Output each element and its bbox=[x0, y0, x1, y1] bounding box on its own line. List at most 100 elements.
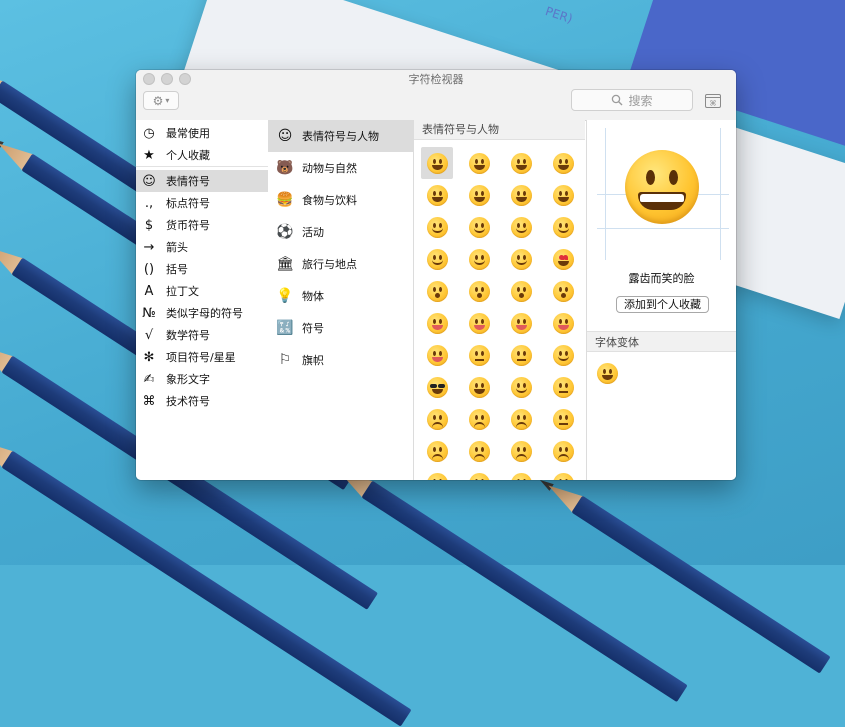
sidebar-item-label: 类似字母的符号 bbox=[166, 307, 243, 320]
emoji-cell[interactable] bbox=[458, 339, 500, 371]
emoji-cell[interactable] bbox=[542, 467, 584, 480]
emoji-cell[interactable] bbox=[542, 403, 584, 435]
font-variant-grinning-face[interactable] bbox=[597, 363, 618, 384]
sidebar-item[interactable]: ◷ 最常使用 bbox=[136, 122, 268, 144]
sidebar-item[interactable]: ★ 个人收藏 bbox=[136, 144, 268, 166]
category-item[interactable]: 🏛 旅行与地点 bbox=[268, 248, 413, 280]
emoji-cell[interactable] bbox=[416, 403, 458, 435]
winking-face-tongue-icon bbox=[552, 312, 574, 334]
search-field[interactable]: 搜索 bbox=[571, 89, 693, 111]
emoji-cell[interactable] bbox=[500, 467, 542, 480]
category-item[interactable]: ☺ 表情符号与人物 bbox=[268, 120, 413, 152]
emoji-cell[interactable] bbox=[500, 275, 542, 307]
emoji-cell[interactable] bbox=[416, 307, 458, 339]
sidebar-item[interactable]: () 括号 bbox=[136, 258, 268, 280]
category-item[interactable]: 🐻 动物与自然 bbox=[268, 152, 413, 184]
symbols-icon: 🔣 bbox=[276, 320, 294, 336]
emoji-cell[interactable] bbox=[542, 307, 584, 339]
add-to-favorites-button[interactable]: 添加到个人收藏 bbox=[616, 296, 709, 313]
sidebar-item[interactable]: √ 数学符号 bbox=[136, 324, 268, 346]
face-monocle-icon bbox=[510, 344, 532, 366]
emoji-cell[interactable] bbox=[500, 147, 542, 179]
asterisk-icon: ✻ bbox=[143, 349, 155, 365]
smiley-icon: ☺ bbox=[277, 128, 293, 144]
emoji-cell[interactable] bbox=[416, 243, 458, 275]
category-item[interactable]: 💡 物体 bbox=[268, 280, 413, 312]
emoji-cell[interactable] bbox=[458, 275, 500, 307]
emoji-cell[interactable] bbox=[416, 211, 458, 243]
emoji-cell[interactable] bbox=[458, 403, 500, 435]
category-item[interactable]: 🍔 食物与饮料 bbox=[268, 184, 413, 216]
kissing-face-icon bbox=[468, 280, 490, 302]
crying-face-icon bbox=[552, 472, 574, 480]
action-menu-button[interactable]: ⚙ ▾ bbox=[143, 91, 179, 110]
emoji-cell[interactable] bbox=[458, 435, 500, 467]
sidebar-item[interactable]: ☺ 表情符号 bbox=[136, 170, 268, 192]
sidebar-item[interactable]: A 拉丁文 bbox=[136, 280, 268, 302]
emoji-cell[interactable] bbox=[416, 275, 458, 307]
sidebar-item[interactable]: ✍ 象形文字 bbox=[136, 368, 268, 390]
kissing-face-closed-eyes-icon bbox=[552, 280, 574, 302]
emoji-cell[interactable] bbox=[542, 243, 584, 275]
emoji-cell[interactable] bbox=[542, 147, 584, 179]
emoji-cell[interactable] bbox=[542, 275, 584, 307]
emoji-cell[interactable] bbox=[500, 435, 542, 467]
emoji-cell[interactable] bbox=[458, 371, 500, 403]
emoji-cell[interactable] bbox=[458, 243, 500, 275]
emoji-cell[interactable] bbox=[416, 467, 458, 480]
sidebar-item[interactable]: ⌘ 技术符号 bbox=[136, 390, 268, 412]
numero-icon: № bbox=[142, 305, 156, 321]
emoji-cell[interactable] bbox=[416, 179, 458, 211]
emoji-cell[interactable] bbox=[542, 211, 584, 243]
sidebar-item[interactable]: № 类似字母的符号 bbox=[136, 302, 268, 324]
confused-face-icon bbox=[552, 408, 574, 430]
emoji-cell[interactable] bbox=[416, 371, 458, 403]
emoji-cell[interactable] bbox=[500, 307, 542, 339]
category-label: 物体 bbox=[302, 290, 324, 303]
sidebar-item-label: 括号 bbox=[166, 263, 188, 276]
emoji-cell[interactable] bbox=[542, 435, 584, 467]
emoji-cell[interactable] bbox=[458, 211, 500, 243]
category-item[interactable]: ⚐ 旗帜 bbox=[268, 344, 413, 376]
emoji-cell[interactable] bbox=[500, 403, 542, 435]
sidebar-item[interactable]: ., 标点符号 bbox=[136, 192, 268, 214]
smirking-face-icon bbox=[510, 376, 532, 398]
emoji-cell[interactable] bbox=[542, 179, 584, 211]
emoji-cell[interactable] bbox=[421, 147, 453, 179]
emoji-cell[interactable] bbox=[458, 307, 500, 339]
emoji-cell[interactable] bbox=[458, 179, 500, 211]
lightbulb-icon: 💡 bbox=[276, 288, 294, 304]
rolling-on-floor-laughing-icon bbox=[552, 184, 574, 206]
sidebar-item-label: 象形文字 bbox=[166, 373, 210, 386]
smiling-face-smiling-eyes-icon bbox=[468, 216, 490, 238]
emoji-cell[interactable] bbox=[500, 179, 542, 211]
emoji-cell[interactable] bbox=[500, 339, 542, 371]
keyboard-grid-icon[interactable]: ⌘ bbox=[705, 94, 721, 108]
emoji-cell[interactable] bbox=[500, 211, 542, 243]
face-with-tongue-icon bbox=[468, 312, 490, 334]
grid-section-header: 表情符号与人物 bbox=[414, 120, 585, 140]
emoji-cell[interactable] bbox=[458, 467, 500, 480]
font-variants-header: 字体变体 bbox=[587, 331, 736, 352]
sidebar-item[interactable]: $ 货币符号 bbox=[136, 214, 268, 236]
smiling-face-sunglasses-icon bbox=[426, 376, 448, 398]
titlebar: 字符检视器 ⚙ ▾ 搜索 ⌘ bbox=[136, 70, 736, 121]
category-item[interactable]: ⚽ 活动 bbox=[268, 216, 413, 248]
emoji-cell[interactable] bbox=[416, 339, 458, 371]
sidebar-item[interactable]: → 箭头 bbox=[136, 236, 268, 258]
emoji-cell[interactable] bbox=[542, 371, 584, 403]
face-blowing-kiss-icon bbox=[426, 280, 448, 302]
frowning-face-icon bbox=[468, 440, 490, 462]
sidebar-item-label: 项目符号/星星 bbox=[166, 351, 236, 364]
emoji-cell[interactable] bbox=[542, 339, 584, 371]
emoji-cell[interactable] bbox=[500, 243, 542, 275]
face-raised-eyebrow-icon bbox=[468, 344, 490, 366]
emoji-cell[interactable] bbox=[500, 371, 542, 403]
food-icon: 🍔 bbox=[276, 192, 294, 208]
category-item[interactable]: 🔣 符号 bbox=[268, 312, 413, 344]
emoji-cell[interactable] bbox=[458, 147, 500, 179]
sidebar-item[interactable]: ✻ 项目符号/星星 bbox=[136, 346, 268, 368]
emoji-cell[interactable] bbox=[416, 435, 458, 467]
emoji-name: 露齿而笑的脸 bbox=[628, 272, 695, 285]
sidebar-item-label: 箭头 bbox=[166, 241, 188, 254]
